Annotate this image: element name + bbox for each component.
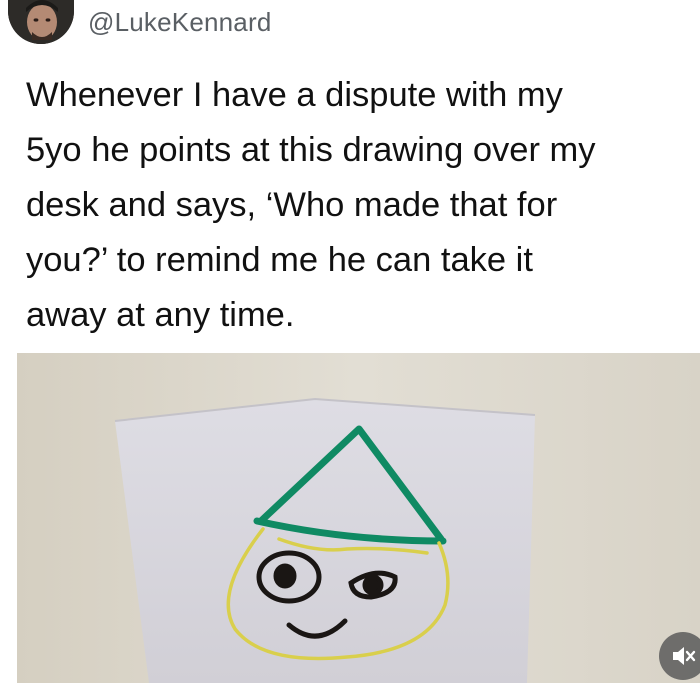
user-handle[interactable]: @LukeKennard <box>88 7 271 38</box>
tweet-text: Whenever I have a dispute with my 5yo he… <box>26 76 596 334</box>
speaker-muted-icon <box>673 647 696 665</box>
avatar[interactable] <box>8 0 74 44</box>
drawing-photo <box>17 353 700 683</box>
tweet-photo[interactable] <box>17 353 700 683</box>
mute-button[interactable] <box>659 632 700 680</box>
avatar-photo <box>8 0 74 44</box>
tweet-header: @LukeKennard <box>0 0 700 46</box>
paper-sheet <box>114 397 536 683</box>
tweet-card: @LukeKennard Whenever I have a dispute w… <box>0 0 700 683</box>
